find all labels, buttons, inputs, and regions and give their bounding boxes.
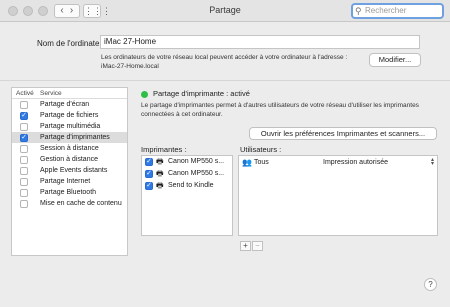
group-icon: 👥 xyxy=(242,158,252,167)
service-label: Gestion à distance xyxy=(40,156,98,163)
header-active: Activé xyxy=(16,90,34,97)
printers-list: ✓ 🖶 Canon MP550 s... ✓ 🖶 Canon MP550 s... ✓ 🖶 Se… xyxy=(141,155,233,236)
service-checkbox[interactable] xyxy=(20,189,28,197)
service-checkbox[interactable] xyxy=(20,123,28,131)
service-item[interactable]: Apple Events distants xyxy=(12,165,127,176)
local-address: iMac-27-Home.local xyxy=(101,63,159,70)
printer-checkbox[interactable]: ✓ xyxy=(145,182,153,190)
service-label: Partage multimédia xyxy=(40,123,101,130)
service-label: Session à distance xyxy=(40,145,99,152)
chevron-updown-icon: ▴ ▾ xyxy=(430,157,434,167)
printer-icon: 🖶 xyxy=(156,169,164,178)
address-description: Les ordinateurs de votre réseau local pe… xyxy=(101,54,348,61)
title-bar: ‹ › ⋮⋮⋮ Partage ⚲ Rechercher xyxy=(0,0,450,22)
service-item[interactable]: ✓ Partage d'imprimantes xyxy=(12,132,127,143)
printer-label: Canon MP550 s... xyxy=(168,170,225,177)
service-label: Partage d'écran xyxy=(40,101,90,108)
search-icon: ⚲ xyxy=(355,6,362,16)
printer-item[interactable]: ✓ 🖶 Canon MP550 s... xyxy=(142,168,232,180)
computer-name-input[interactable]: iMac 27-Home xyxy=(100,35,420,49)
printer-label: Send to Kindle xyxy=(168,182,214,189)
service-item[interactable]: Mise en cache de contenu xyxy=(12,198,127,209)
user-item[interactable]: 👥 Tous Impression autorisée ▴ ▾ xyxy=(239,156,437,169)
service-item[interactable]: Partage Internet xyxy=(12,176,127,187)
service-item[interactable]: ✓ Partage de fichiers xyxy=(12,110,127,121)
printers-label: Imprimantes : xyxy=(141,145,187,154)
service-item[interactable]: Partage Bluetooth xyxy=(12,187,127,198)
printer-label: Canon MP550 s... xyxy=(168,158,225,165)
service-checkbox[interactable] xyxy=(20,200,28,208)
service-item[interactable]: Partage multimédia xyxy=(12,121,127,132)
service-label: Partage d'imprimantes xyxy=(40,134,110,141)
search-placeholder: Rechercher xyxy=(365,6,407,15)
printer-item[interactable]: ✓ 🖶 Send to Kindle xyxy=(142,180,232,192)
service-checkbox[interactable] xyxy=(20,156,28,164)
printer-checkbox[interactable]: ✓ xyxy=(145,158,153,166)
computer-name-description: Les ordinateurs de votre réseau local pe… xyxy=(101,53,371,71)
printer-checkbox[interactable]: ✓ xyxy=(145,170,153,178)
add-user-button[interactable]: + xyxy=(240,241,251,251)
search-field[interactable]: ⚲ Rechercher xyxy=(351,3,444,19)
printer-icon: 🖶 xyxy=(156,157,164,166)
service-checkbox[interactable]: ✓ xyxy=(20,134,28,142)
status-indicator-dot xyxy=(141,91,148,98)
service-item[interactable]: Session à distance xyxy=(12,143,127,154)
users-label: Utilisateurs : xyxy=(240,145,282,154)
header-service: Service xyxy=(40,90,62,97)
service-checkbox[interactable]: ✓ xyxy=(20,112,28,120)
service-label: Partage de fichiers xyxy=(40,112,99,119)
remove-user-button[interactable]: − xyxy=(252,241,263,251)
service-checkbox[interactable] xyxy=(20,145,28,153)
help-button[interactable]: ? xyxy=(424,278,437,291)
users-list: 👥 Tous Impression autorisée ▴ ▾ xyxy=(238,155,438,236)
modify-button[interactable]: Modifier... xyxy=(369,53,421,67)
service-description: Le partage d'imprimantes permet à d'autr… xyxy=(141,102,419,118)
service-checkbox[interactable] xyxy=(20,101,28,109)
open-printer-prefs-button[interactable]: Ouvrir les préférences Imprimantes et sc… xyxy=(249,127,437,140)
printer-icon: 🖶 xyxy=(156,181,164,190)
service-label: Apple Events distants xyxy=(40,167,108,174)
service-label: Mise en cache de contenu xyxy=(40,200,122,207)
service-item[interactable]: Gestion à distance xyxy=(12,154,127,165)
permission-select[interactable]: Impression autorisée xyxy=(323,156,388,169)
service-status: Partage d'imprimante : activé xyxy=(153,89,250,98)
user-name: Tous xyxy=(254,159,269,166)
service-list: Activé Service Partage d'écran ✓ Partage d… xyxy=(11,87,128,256)
service-label: Partage Bluetooth xyxy=(40,189,97,196)
section-divider xyxy=(0,80,450,81)
service-item[interactable]: Partage d'écran xyxy=(12,99,127,110)
service-label: Partage Internet xyxy=(40,178,91,185)
printer-item[interactable]: ✓ 🖶 Canon MP550 s... xyxy=(142,156,232,168)
service-checkbox[interactable] xyxy=(20,178,28,186)
service-list-header: Activé Service xyxy=(12,88,127,99)
service-checkbox[interactable] xyxy=(20,167,28,175)
